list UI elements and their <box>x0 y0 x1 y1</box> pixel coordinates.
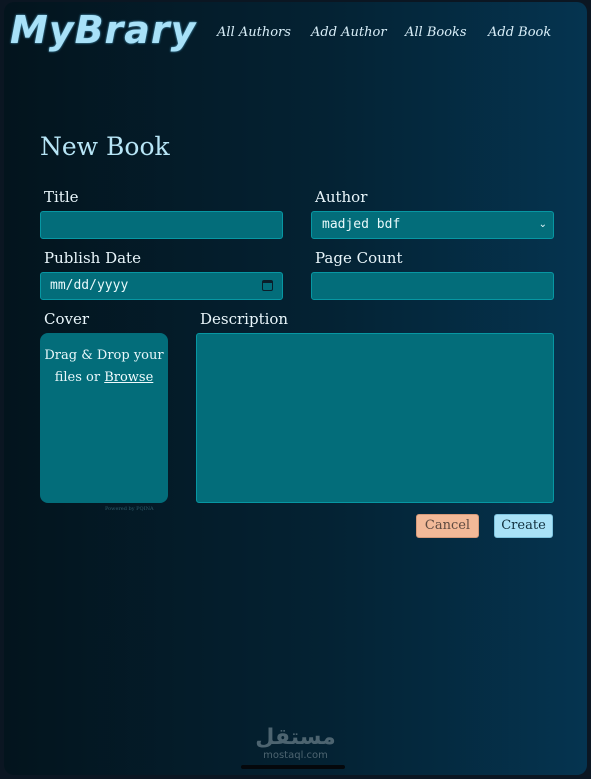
publish-date-input[interactable]: mm/dd/yyyy <box>40 272 283 300</box>
page-count-label: Page Count <box>315 249 403 267</box>
page-count-input[interactable] <box>311 272 554 300</box>
author-select[interactable]: madjed bdf ⌄ <box>311 211 554 239</box>
cover-label: Cover <box>44 310 90 328</box>
author-select-value: madjed bdf <box>322 217 401 232</box>
cover-drop-text-2: files or Browse <box>40 367 168 389</box>
publish-date-placeholder: mm/dd/yyyy <box>50 278 129 293</box>
nav-add-author[interactable]: Add Author <box>311 25 387 40</box>
create-button[interactable]: Create <box>494 514 553 538</box>
home-indicator <box>241 765 345 769</box>
app-window: MyBrary All Authors Add Author All Books… <box>4 2 587 775</box>
app-logo[interactable]: MyBrary <box>10 8 196 52</box>
watermark: مستقل mostaql.com <box>4 726 587 762</box>
page-title: New Book <box>40 132 170 161</box>
title-label: Title <box>44 188 79 206</box>
powered-by-text[interactable]: Powered by PQINA <box>105 506 154 512</box>
cover-drop-text: Drag & Drop your <box>44 348 164 363</box>
watermark-latin: mostaql.com <box>263 750 328 761</box>
nav-all-authors[interactable]: All Authors <box>217 25 291 40</box>
calendar-icon[interactable] <box>262 280 273 291</box>
nav-add-book[interactable]: Add Book <box>488 25 551 40</box>
chevron-down-icon: ⌄ <box>538 219 547 230</box>
title-input[interactable] <box>40 211 283 239</box>
watermark-arabic: مستقل <box>255 725 336 750</box>
description-textarea[interactable] <box>196 333 554 503</box>
author-label: Author <box>315 188 368 206</box>
browse-link[interactable]: Browse <box>104 370 153 385</box>
cancel-button[interactable]: Cancel <box>416 514 479 538</box>
description-label: Description <box>200 310 289 328</box>
nav-all-books[interactable]: All Books <box>405 25 467 40</box>
publish-date-label: Publish Date <box>44 249 141 267</box>
cover-dropzone[interactable]: Drag & Drop your files or Browse <box>40 333 168 503</box>
cover-drop-prefix: files or <box>54 370 101 385</box>
